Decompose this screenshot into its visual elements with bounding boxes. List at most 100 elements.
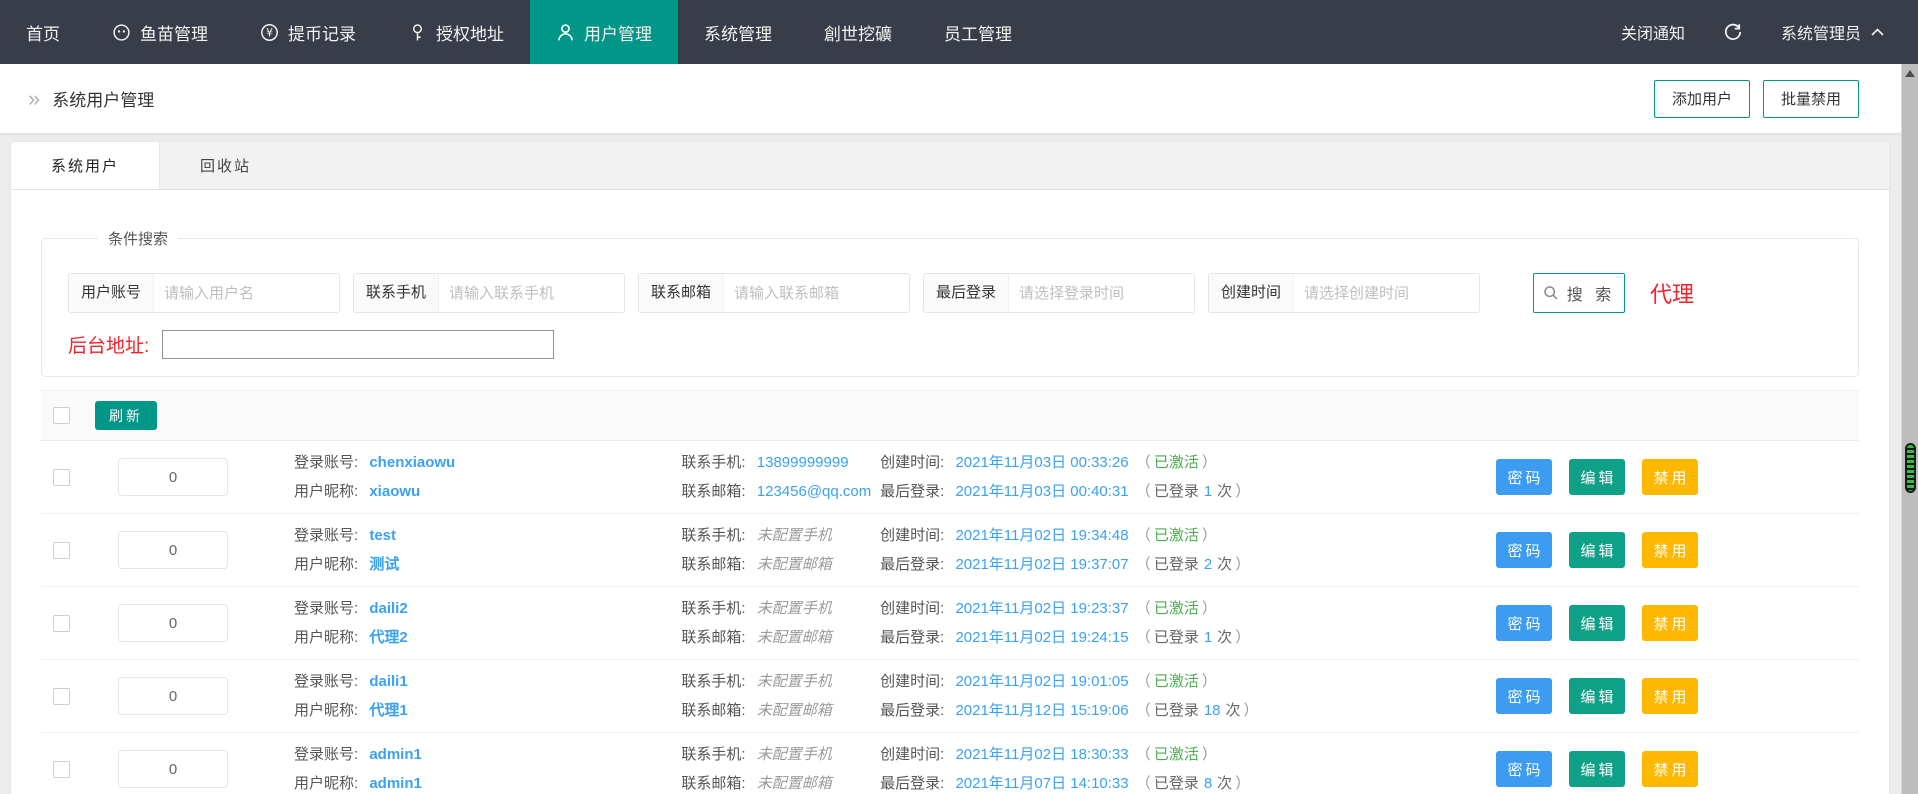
created-value: 2021年11月02日 18:30:33 [955,746,1128,763]
admin-dropdown[interactable]: 系统管理员 [1781,20,1884,44]
nav-item-home[interactable]: 首页 [0,0,86,64]
chevron-up-icon [1871,28,1884,36]
edit-button[interactable]: 编辑 [1569,532,1625,568]
nav-item-fish-management[interactable]: 鱼苗管理 [86,0,234,64]
edit-button[interactable]: 编辑 [1569,751,1625,787]
phone-label: 联系手机: [681,454,745,471]
user-list: 登录账号: chenxiaowu 用户昵称: xiaowu 联系手机: 1389… [41,441,1859,794]
login-count: 2 [1204,556,1212,573]
disable-button[interactable]: 禁用 [1642,751,1698,787]
sort-input[interactable] [118,750,228,788]
select-all-checkbox[interactable] [53,407,70,424]
created-label: 创建时间: [880,600,944,617]
search-panel: 条件搜索 用户账号 联系手机 联系邮箱 最后登录 [41,228,1859,377]
svg-text:¥: ¥ [266,26,273,39]
row-checkbox[interactable] [53,761,70,778]
batch-disable-button[interactable]: 批量禁用 [1763,80,1859,118]
search-button-label: 搜 索 [1567,281,1615,305]
email-label: 联系邮箱: [681,556,745,573]
add-user-button[interactable]: 添加用户 [1654,80,1750,118]
row-checkbox[interactable] [53,542,70,559]
sort-input[interactable] [118,531,228,569]
search-button[interactable]: 搜 索 [1533,273,1625,313]
user-icon [556,23,575,42]
activated-badge: 已激活 [1154,454,1199,471]
created-value: 2021年11月02日 19:34:48 [955,527,1128,544]
last-login-value: 2021年11月02日 19:37:07 [955,556,1128,573]
password-button[interactable]: 密码 [1496,532,1552,568]
row-actions: 密码 编辑 禁用 [1496,678,1698,714]
nav-item-user-management[interactable]: 用户管理 [530,0,678,64]
refresh-button[interactable]: 刷新 [95,401,157,430]
activated-badge: 已激活 [1154,527,1199,544]
row-checkbox[interactable] [53,615,70,632]
created-time-input[interactable] [1294,274,1479,312]
close-notice-link[interactable]: 关闭通知 [1621,20,1685,44]
nav-item-withdraw-records[interactable]: ¥ 提币记录 [234,0,382,64]
field-email-label: 联系邮箱 [639,274,724,312]
phone-value: 未配置手机 [757,600,832,617]
nav-item-staff-management[interactable]: 员工管理 [918,0,1038,64]
password-button[interactable]: 密码 [1496,459,1552,495]
account-column: 登录账号: chenxiaowu 用户昵称: xiaowu [294,448,681,506]
backend-address-label: 后台地址: [68,331,149,358]
edit-button[interactable]: 编辑 [1569,678,1625,714]
created-label: 创建时间: [880,454,944,471]
contact-column: 联系手机: 未配置手机 联系邮箱: 未配置邮箱 [681,667,880,725]
account-value: daili2 [369,600,407,617]
table-toolbar: 刷新 [41,390,1859,441]
login-count: 18 [1204,702,1221,719]
nav-item-genesis-mining[interactable]: 創世挖礦 [798,0,918,64]
activated-badge: 已激活 [1154,600,1199,617]
nickname-value: admin1 [369,775,422,792]
disable-button[interactable]: 禁用 [1642,459,1698,495]
password-button[interactable]: 密码 [1496,678,1552,714]
nav-item-system-management[interactable]: 系统管理 [678,0,798,64]
nickname-value: 代理1 [369,702,407,719]
email-label: 联系邮箱: [681,483,745,500]
field-username: 用户账号 [68,273,340,313]
last-login-label: 最后登录: [880,483,944,500]
disable-button[interactable]: 禁用 [1642,605,1698,641]
row-checkbox[interactable] [53,688,70,705]
last-login-value: 2021年11月03日 00:40:31 [955,483,1128,500]
edit-button[interactable]: 编辑 [1569,459,1625,495]
login-count: 1 [1204,629,1212,646]
password-button[interactable]: 密码 [1496,751,1552,787]
nav-item-authorized-address[interactable]: 授权地址 [382,0,530,64]
sort-input[interactable] [118,677,228,715]
email-label: 联系邮箱: [681,775,745,792]
sort-input[interactable] [118,604,228,642]
refresh-icon[interactable] [1723,22,1743,42]
account-value: daili1 [369,673,407,690]
search-panel-legend: 条件搜索 [98,228,178,249]
tab-recycle-bin[interactable]: 回收站 [160,142,291,189]
table-row: 登录账号: daili1 用户昵称: 代理1 联系手机: 未配置手机 联系邮箱:… [41,660,1859,733]
scrollbar-thumb[interactable] [1905,443,1916,493]
nav-menu: 首页 鱼苗管理 ¥ 提币记录 授权地址 用户管理 系统管理 [0,0,1038,64]
created-value: 2021年11月03日 00:33:26 [955,454,1128,471]
backend-address-input[interactable] [162,330,554,359]
edit-button[interactable]: 编辑 [1569,605,1625,641]
email-label: 联系邮箱: [681,702,745,719]
tab-system-users[interactable]: 系统用户 [11,142,160,189]
last-login-input[interactable] [1009,274,1194,312]
created-label: 创建时间: [880,673,944,690]
page-scrollbar[interactable] [1901,64,1918,794]
phone-input[interactable] [439,274,624,312]
search-icon [1543,285,1559,301]
nav-item-label: 员工管理 [944,20,1012,45]
sort-input[interactable] [118,458,228,496]
username-input[interactable] [154,274,339,312]
email-input[interactable] [724,274,909,312]
row-checkbox[interactable] [53,469,70,486]
password-button[interactable]: 密码 [1496,605,1552,641]
disable-button[interactable]: 禁用 [1642,678,1698,714]
disable-button[interactable]: 禁用 [1642,532,1698,568]
email-value: 未配置邮箱 [757,702,832,719]
scrollbar-up-arrow[interactable] [1902,64,1918,83]
dates-column: 创建时间: 2021年11月02日 19:01:05 （已激活） 最后登录: 2… [880,667,1496,725]
phone-label: 联系手机: [681,600,745,617]
phone-label: 联系手机: [681,746,745,763]
dates-column: 创建时间: 2021年11月02日 19:23:37 （已激活） 最后登录: 2… [880,594,1496,652]
